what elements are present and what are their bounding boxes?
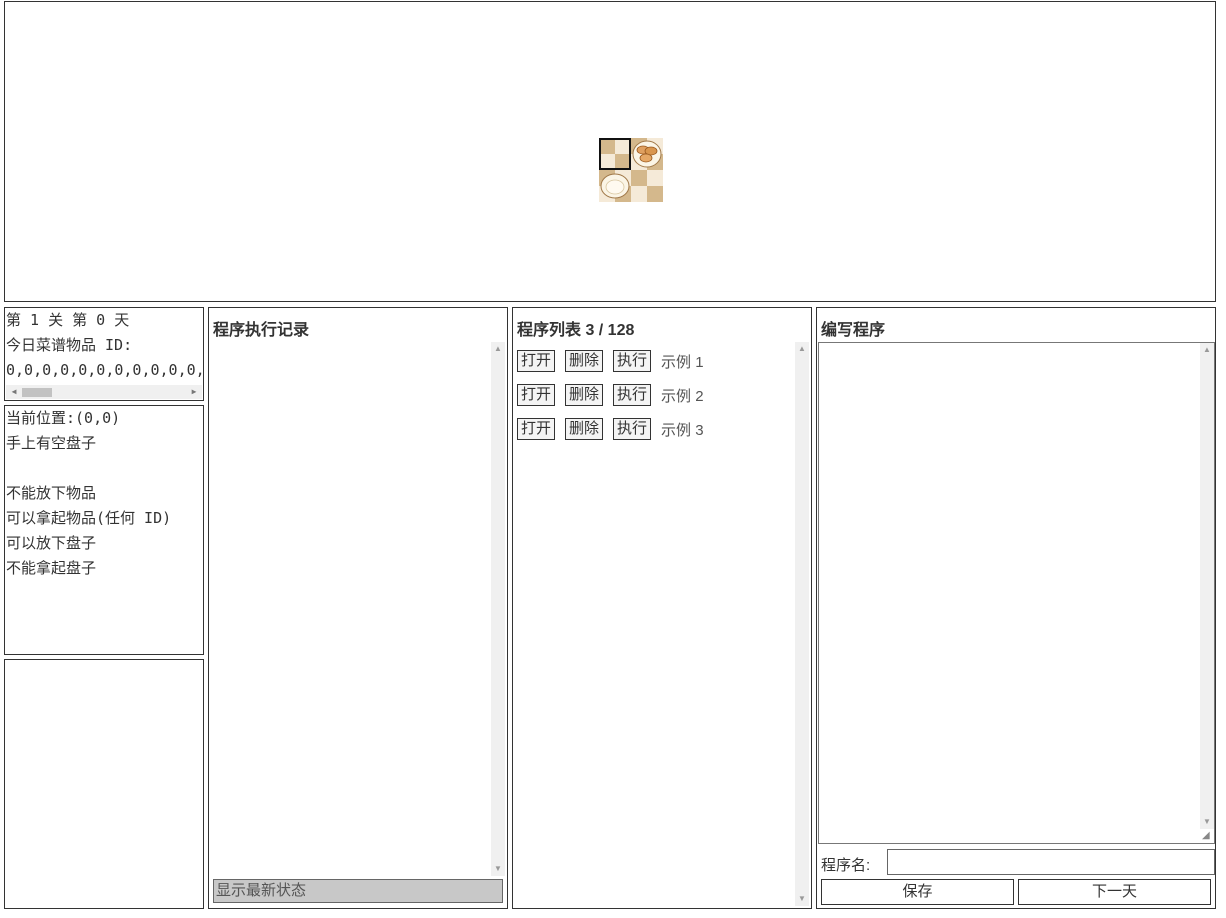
execution-log-area[interactable]: ▲ ▼ [213, 342, 505, 876]
hand-status-text: 手上有空盘子 [6, 434, 97, 452]
game-canvas [4, 1, 1216, 302]
save-button[interactable]: 保存 [821, 879, 1014, 905]
can-place-item-text: 不能放下物品 [6, 484, 97, 502]
list-item: 打开 删除 执行 示例 3 [517, 412, 793, 446]
scroll-left-icon[interactable]: ◀ [8, 385, 20, 399]
bread-plate-icon [632, 140, 662, 168]
can-pickup-plate-text: 不能拿起盘子 [6, 559, 97, 577]
program-name: 示例 1 [661, 353, 704, 371]
run-program-button[interactable]: 执行 [613, 350, 652, 372]
delete-program-button[interactable]: 删除 [565, 418, 604, 440]
program-name: 示例 2 [661, 387, 704, 405]
program-name-label: 程序名: [821, 857, 871, 874]
checker-tile [615, 154, 631, 170]
player-state-panel: 当前位置:(0,0) 手上有空盘子 不能放下物品 可以拿起物品(任何 ID) 可… [4, 405, 204, 655]
empty-plate-icon [600, 173, 630, 199]
log-vertical-scrollbar[interactable]: ▲ ▼ [491, 342, 505, 876]
checker-tile [631, 170, 647, 186]
scroll-down-icon[interactable]: ▼ [491, 862, 505, 876]
execution-log-panel: 程序执行记录 ▲ ▼ 显示最新状态 [208, 307, 508, 909]
checker-tile [599, 138, 615, 154]
scroll-right-icon[interactable]: ▶ [188, 385, 200, 399]
next-day-button[interactable]: 下一天 [1018, 879, 1211, 905]
kitchen-board [599, 138, 663, 202]
recipe-label: 今日菜谱物品 ID: [6, 336, 133, 354]
delete-program-button[interactable]: 删除 [565, 350, 604, 372]
scroll-up-icon[interactable]: ▲ [491, 342, 505, 356]
scroll-down-icon[interactable]: ▼ [1200, 815, 1214, 829]
code-editor-textarea[interactable]: ▲ ▼ ◢ [818, 342, 1215, 844]
editor-panel-title: 编写程序 [821, 322, 886, 339]
scroll-down-icon[interactable]: ▼ [795, 892, 809, 906]
scroll-up-icon[interactable]: ▲ [795, 342, 809, 356]
open-program-button[interactable]: 打开 [517, 350, 556, 372]
list-item: 打开 删除 执行 示例 2 [517, 378, 793, 412]
open-program-button[interactable]: 打开 [517, 384, 556, 406]
resize-handle-icon[interactable]: ◢ [1202, 831, 1212, 841]
can-pickup-item-text: 可以拿起物品(任何 ID) [6, 509, 172, 527]
show-latest-state-button[interactable]: 显示最新状态 [213, 879, 503, 903]
program-name-input[interactable] [887, 849, 1215, 875]
program-list: 打开 删除 执行 示例 1 打开 删除 执行 示例 2 打开 删除 执行 示例 … [517, 344, 793, 446]
current-position-text: 当前位置:(0,0) [6, 409, 121, 427]
recipe-ids: 0,0,0,0,0,0,0,0,0,0,0,0,0,0,0,0,0,0 [6, 361, 204, 379]
program-list-panel: 程序列表 3 / 128 打开 删除 执行 示例 1 打开 删除 执行 示例 2… [512, 307, 812, 909]
run-program-button[interactable]: 执行 [613, 384, 652, 406]
extra-info-panel [4, 659, 204, 909]
program-name: 示例 3 [661, 421, 704, 439]
delete-program-button[interactable]: 删除 [565, 384, 604, 406]
scroll-up-icon[interactable]: ▲ [1200, 343, 1214, 357]
run-program-button[interactable]: 执行 [613, 418, 652, 440]
program-list-scrollbar[interactable]: ▲ ▼ [795, 342, 809, 906]
log-panel-title: 程序执行记录 [213, 322, 310, 339]
level-info-panel: 第 1 关 第 0 天 今日菜谱物品 ID: 0,0,0,0,0,0,0,0,0… [4, 307, 204, 401]
program-list-title: 程序列表 3 / 128 [517, 322, 635, 339]
list-item: 打开 删除 执行 示例 1 [517, 344, 793, 378]
program-editor-panel: 编写程序 ▲ ▼ ◢ 程序名: 保存 下一天 [816, 307, 1216, 909]
horizontal-scrollbar[interactable]: ◀ ▶ [6, 385, 202, 399]
checker-tile [647, 186, 663, 202]
can-place-plate-text: 可以放下盘子 [6, 534, 97, 552]
editor-vertical-scrollbar[interactable]: ▲ ▼ [1200, 343, 1214, 829]
scroll-thumb[interactable] [22, 388, 52, 397]
level-day-text: 第 1 关 第 0 天 [6, 311, 130, 329]
open-program-button[interactable]: 打开 [517, 418, 556, 440]
